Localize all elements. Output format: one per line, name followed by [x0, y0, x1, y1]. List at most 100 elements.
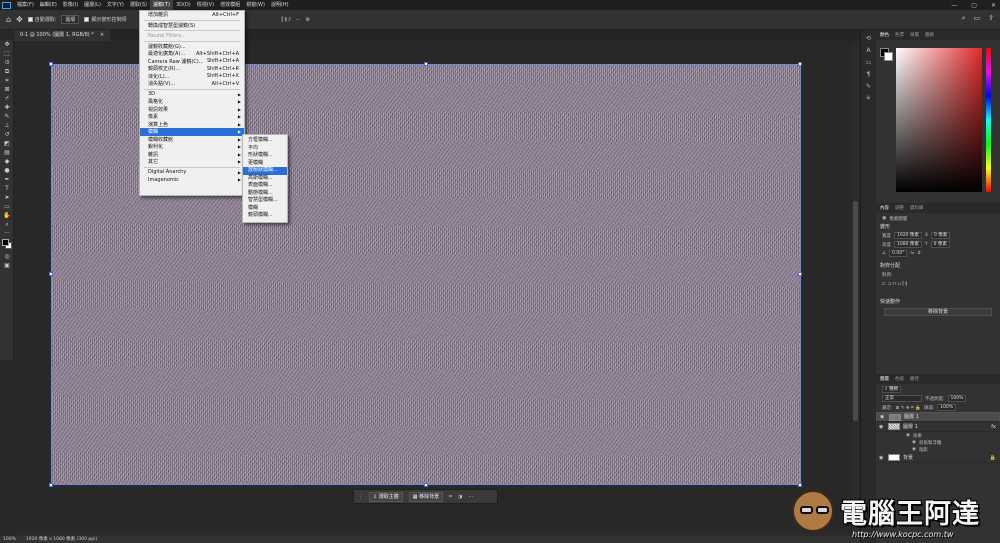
- blur-submenu-item[interactable]: 放射狀模糊...: [243, 167, 287, 175]
- move-tool-icon[interactable]: ✥: [16, 15, 23, 24]
- transform-handle-l[interactable]: [49, 272, 53, 276]
- layers-tab[interactable]: 圖層: [880, 376, 889, 382]
- history-icon[interactable]: ⟲: [864, 35, 873, 42]
- crop-tool-icon[interactable]: ⌗: [2, 76, 12, 85]
- filter-menu-item[interactable]: Digital Anarchy ▶: [140, 169, 244, 177]
- color-panel-tab[interactable]: 顏色: [880, 32, 889, 38]
- height-field[interactable]: 1080 像素: [894, 241, 922, 248]
- color-panel-tab[interactable]: 色票: [895, 32, 904, 38]
- menu-item[interactable]: 增效模組: [217, 0, 243, 10]
- workspace-icon[interactable]: ▭: [974, 14, 981, 23]
- layer-row[interactable]: ◉ 背景 🔒: [876, 453, 1000, 463]
- type-tool-icon[interactable]: T: [2, 184, 12, 193]
- home-icon[interactable]: ⌂: [6, 15, 11, 24]
- filter-menu-item[interactable]: 濾鏡收藏館(G)...: [140, 43, 244, 51]
- libraries-icon[interactable]: ⚘: [864, 95, 873, 102]
- eraser-tool-icon[interactable]: ◩: [2, 139, 12, 148]
- transform-handle-br[interactable]: [798, 483, 802, 487]
- align-icons[interactable]: ⫿ ⫼ ⫽: [282, 17, 291, 23]
- filter-menu-item[interactable]: 鏡頭校正(R)... Shift+Ctrl+R: [140, 65, 244, 73]
- filter-menu-item[interactable]: 視訊效果 ▶: [140, 106, 244, 114]
- menu-item[interactable]: 文字(Y): [104, 0, 127, 10]
- document-tab[interactable]: 0-1 @ 100% (圖層 1, RGB/8) * ×: [14, 30, 111, 41]
- menu-item[interactable]: 檢視(V): [194, 0, 217, 10]
- more-tools-icon[interactable]: ···: [2, 229, 12, 238]
- more-button[interactable]: ···: [468, 494, 473, 500]
- layer-row[interactable]: ◉ 圖層 1 fx: [876, 422, 1000, 432]
- transform-handle-tl[interactable]: [49, 62, 53, 66]
- remove-background-button[interactable]: ▦ 移除背景: [408, 491, 444, 502]
- blur-submenu-item[interactable]: 動態模糊...: [243, 190, 287, 198]
- marquee-tool-icon[interactable]: ⬚: [2, 49, 12, 58]
- align-buttons[interactable]: ⊏ ⊐ ⊓ ⊔ ⫿ ⫼: [876, 279, 1000, 288]
- quick-actions-title[interactable]: 快速動作: [876, 298, 1000, 306]
- flip-h-icon[interactable]: ⇋: [910, 251, 914, 256]
- visibility-eye-icon[interactable]: ◉: [880, 413, 886, 421]
- color-panel-tab[interactable]: 漸層: [910, 32, 919, 38]
- document-tab-close-icon[interactable]: ×: [100, 30, 104, 41]
- color-picker-field[interactable]: [896, 48, 982, 192]
- angle-field[interactable]: 0.00°: [889, 250, 908, 257]
- filter-menu-item[interactable]: 3D ▶: [140, 91, 244, 99]
- filter-menu-item[interactable]: 風格化 ▶: [140, 98, 244, 106]
- eyedropper-tool-icon[interactable]: ⌿: [2, 94, 12, 103]
- brush-tool-icon[interactable]: ✎: [2, 112, 12, 121]
- filter-menu-item[interactable]: 模糊 ▶: [140, 128, 244, 136]
- filter-menu-item[interactable]: 最適化廣角(A)... Alt+Shift+Ctrl+A: [140, 50, 244, 58]
- 3d-mode-icon[interactable]: ⚙: [306, 17, 310, 23]
- effect-bevel-row[interactable]: ◉ 斜角和浮雕: [876, 439, 1000, 446]
- filter-menu-item[interactable]: 消失點(V)... Alt+Ctrl+V: [140, 80, 244, 88]
- blend-mode-dropdown[interactable]: 正常: [882, 395, 922, 402]
- transform-handle-t[interactable]: [424, 62, 428, 66]
- blur-submenu-item[interactable]: 平均: [243, 145, 287, 153]
- fill-field[interactable]: 100%: [937, 404, 957, 411]
- gradient-tool-icon[interactable]: ▤: [2, 148, 12, 157]
- effect-shadow-row[interactable]: ◉ 陰影: [876, 446, 1000, 453]
- filter-menu-item[interactable]: 模糊收藏館 ▶: [140, 136, 244, 144]
- layer-filter-dropdown[interactable]: ⌕ 種類: [882, 386, 901, 393]
- transform-handle-tr[interactable]: [798, 62, 802, 66]
- object-select-tool-icon[interactable]: ⧉: [2, 67, 12, 76]
- path-select-tool-icon[interactable]: ➤: [2, 193, 12, 202]
- eye-icon[interactable]: ◉: [906, 433, 910, 438]
- transform-handle-b[interactable]: [424, 483, 428, 487]
- zoom-tool-icon[interactable]: ⌕: [2, 220, 12, 229]
- quick-mask-icon[interactable]: ◎: [2, 252, 12, 261]
- paragraph-icon[interactable]: ¶: [864, 71, 873, 78]
- menu-item[interactable]: 檔案(F): [14, 0, 37, 10]
- layer-row[interactable]: ◉ 圖層 1: [876, 412, 1000, 422]
- properties-tab[interactable]: 調整: [895, 205, 904, 211]
- y-field[interactable]: 0 像素: [930, 241, 950, 248]
- background-swatch[interactable]: [884, 52, 893, 61]
- color-panel-tab[interactable]: 圖樣: [925, 32, 934, 38]
- filter-menu-item[interactable]: 液化(L)... Shift+Ctrl+X: [140, 73, 244, 81]
- menu-item[interactable]: 影像(I): [60, 0, 81, 10]
- scrollbar-thumb[interactable]: [853, 201, 858, 421]
- zoom-level[interactable]: 100%: [3, 536, 16, 543]
- filter-menu-item[interactable]: Camera Raw 濾鏡(C)... Shift+Ctrl+A: [140, 58, 244, 66]
- auto-select-dropdown[interactable]: 圖層: [61, 15, 80, 24]
- transform-section-title[interactable]: 變形: [876, 223, 1000, 231]
- menu-item[interactable]: 3D(D): [173, 0, 194, 10]
- crop-icon[interactable]: ⌗: [449, 494, 452, 500]
- move-tool-icon[interactable]: ✥: [2, 40, 12, 49]
- fx-badge[interactable]: fx: [991, 424, 996, 430]
- filter-menu-item[interactable]: Imagenomic ▶: [140, 176, 244, 184]
- rectangle-tool-icon[interactable]: ▭: [2, 202, 12, 211]
- blur-submenu-item[interactable]: 更模糊: [243, 160, 287, 168]
- transform-handle-bl[interactable]: [49, 483, 53, 487]
- filter-menu-item[interactable]: 銳利化 ▶: [140, 143, 244, 151]
- blur-submenu-item[interactable]: 形狀模糊...: [243, 152, 287, 160]
- blur-tool-icon[interactable]: ◆: [2, 157, 12, 166]
- healing-brush-tool-icon[interactable]: ✚: [2, 103, 12, 112]
- dodge-tool-icon[interactable]: ●: [2, 166, 12, 175]
- menu-item[interactable]: 選取(S): [127, 0, 150, 10]
- blur-submenu-item[interactable]: 高斯模糊...: [243, 175, 287, 183]
- align-section-title[interactable]: 對齊分配: [876, 262, 1000, 270]
- filter-menu-item[interactable]: 增加雜訊 Alt+Ctrl+F: [140, 11, 244, 19]
- layers-tab[interactable]: 路徑: [910, 376, 919, 382]
- character-icon[interactable]: A: [864, 47, 873, 54]
- width-field[interactable]: 1920 像素: [894, 232, 922, 239]
- filter-menu-item[interactable]: 其它 ▶: [140, 158, 244, 166]
- menu-item[interactable]: 濾鏡(T): [149, 0, 173, 10]
